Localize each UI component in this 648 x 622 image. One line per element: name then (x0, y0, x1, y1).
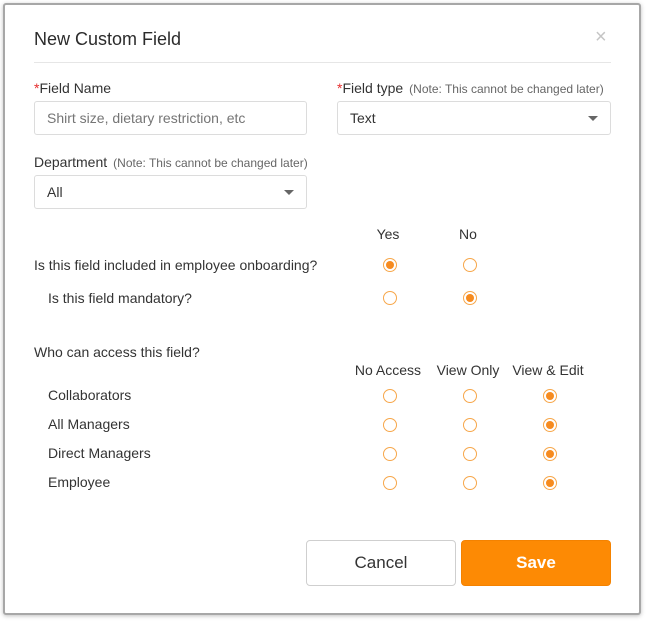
direct-managers-no-access-radio[interactable] (383, 447, 397, 461)
collaborators-no-access-radio[interactable] (383, 389, 397, 403)
cancel-button[interactable]: Cancel (306, 540, 456, 586)
field-name-label-text: Field Name (39, 80, 112, 96)
mandatory-no-radio[interactable] (463, 291, 477, 305)
field-type-label: *Field type (Note: This cannot be changed… (337, 80, 604, 96)
field-type-value: Text (350, 110, 376, 126)
view-only-column-header: View Only (436, 362, 500, 378)
access-row-label-direct-managers: Direct Managers (48, 445, 151, 461)
access-row-label-collaborators: Collaborators (48, 387, 132, 403)
employee-view-only-radio[interactable] (463, 476, 477, 490)
dialog-title: New Custom Field (34, 29, 182, 49)
field-name-label: *Field Name (34, 80, 111, 96)
access-row-label-employee: Employee (48, 474, 111, 490)
radio-dot (466, 294, 474, 302)
radio-dot (546, 479, 554, 487)
radio-dot (546, 392, 554, 400)
header-divider (34, 62, 611, 63)
radio-dot (546, 421, 554, 429)
collaborators-view-only-radio[interactable] (463, 389, 477, 403)
access-row-label-all-managers: All Managers (48, 416, 130, 432)
all-managers-view-edit-radio[interactable] (543, 418, 557, 432)
yes-column-header: Yes (376, 226, 400, 242)
department-value: All (47, 184, 63, 200)
field-type-note: (Note: This cannot be changed later) (409, 82, 604, 96)
radio-dot (386, 261, 394, 269)
department-label: Department (Note: This cannot be changed … (34, 154, 308, 170)
no-access-column-header: No Access (354, 362, 422, 378)
department-note: (Note: This cannot be changed later) (113, 156, 308, 170)
chevron-down-icon (588, 115, 598, 121)
employee-view-edit-radio[interactable] (543, 476, 557, 490)
collaborators-view-edit-radio[interactable] (543, 389, 557, 403)
view-edit-column-header: View & Edit (512, 362, 584, 378)
all-managers-view-only-radio[interactable] (463, 418, 477, 432)
field-name-input[interactable] (34, 101, 307, 135)
no-column-header: No (459, 226, 477, 242)
direct-managers-view-only-radio[interactable] (463, 447, 477, 461)
employee-no-access-radio[interactable] (383, 476, 397, 490)
department-label-text: Department (34, 154, 108, 170)
field-type-label-text: Field type (342, 80, 404, 96)
onboarding-yes-radio[interactable] (383, 258, 397, 272)
mandatory-yes-radio[interactable] (383, 291, 397, 305)
radio-dot (546, 450, 554, 458)
chevron-down-icon (284, 189, 294, 195)
mandatory-question: Is this field mandatory? (48, 290, 192, 306)
department-select[interactable]: All (34, 175, 307, 209)
direct-managers-view-edit-radio[interactable] (543, 447, 557, 461)
field-type-select[interactable]: Text (337, 101, 611, 135)
onboarding-question: Is this field included in employee onboa… (34, 257, 318, 273)
all-managers-no-access-radio[interactable] (383, 418, 397, 432)
onboarding-no-radio[interactable] (463, 258, 477, 272)
save-button[interactable]: Save (461, 540, 611, 586)
custom-field-dialog: New Custom Field × *Field Name *Field ty… (3, 3, 641, 615)
close-icon[interactable]: × (595, 25, 607, 49)
access-label: Who can access this field? (34, 344, 200, 360)
